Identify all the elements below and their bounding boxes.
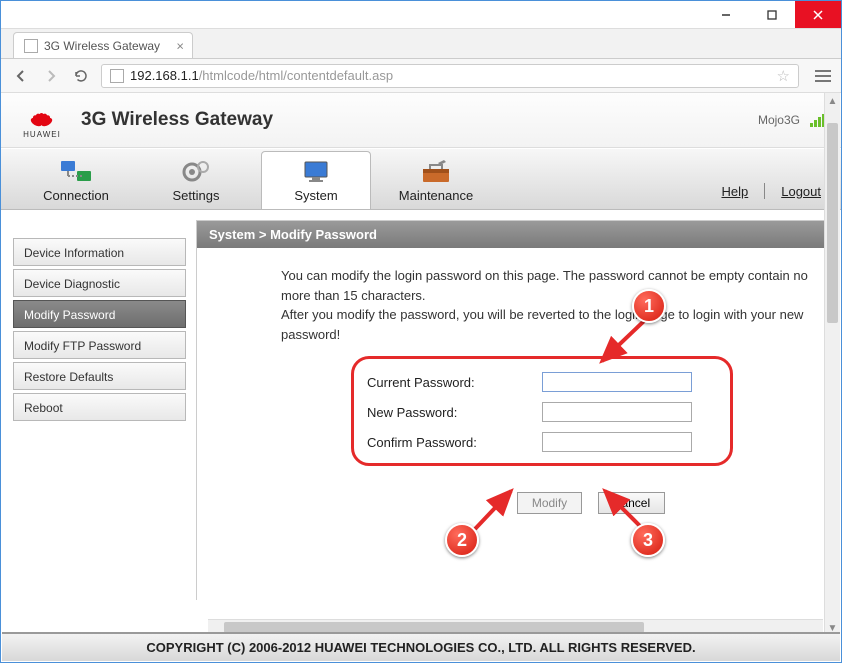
page-header: HUAWEI 3G Wireless Gateway Mojo3G bbox=[1, 93, 841, 148]
window-maximize-button[interactable] bbox=[749, 1, 795, 28]
vertical-scrollbar[interactable]: ▲ ▼ bbox=[824, 93, 840, 636]
connection-icon bbox=[59, 159, 93, 185]
sidebar-item-reboot[interactable]: Reboot bbox=[13, 393, 186, 421]
main-nav: Connection Settings System Maintenance H… bbox=[1, 148, 841, 210]
forward-button[interactable] bbox=[41, 66, 61, 86]
sidebar-item-device-information[interactable]: Device Information bbox=[13, 238, 186, 266]
window-titlebar bbox=[1, 1, 841, 29]
reload-button[interactable] bbox=[71, 66, 91, 86]
network-name: Mojo3G bbox=[758, 113, 800, 127]
nav-settings[interactable]: Settings bbox=[141, 151, 251, 209]
nav-connection[interactable]: Connection bbox=[21, 151, 131, 209]
address-bar[interactable]: 192.168.1.1/htmlcode/html/contentdefault… bbox=[101, 64, 799, 88]
annotation-badge-3: 3 bbox=[631, 523, 665, 557]
sidebar-item-modify-password[interactable]: Modify Password bbox=[13, 300, 186, 328]
bookmark-star-icon[interactable]: ☆ bbox=[777, 67, 790, 85]
nav-maintenance[interactable]: Maintenance bbox=[381, 151, 491, 209]
nav-label: Settings bbox=[173, 188, 220, 203]
annotation-arrow-2 bbox=[467, 481, 527, 536]
page-content: HUAWEI 3G Wireless Gateway Mojo3G Connec… bbox=[1, 93, 841, 600]
nav-system[interactable]: System bbox=[261, 151, 371, 209]
footer: COPYRIGHT (C) 2006-2012 HUAWEI TECHNOLOG… bbox=[2, 632, 840, 661]
huawei-logo: HUAWEI bbox=[17, 101, 67, 139]
site-icon bbox=[110, 69, 124, 83]
back-button[interactable] bbox=[11, 66, 31, 86]
browser-toolbar: 192.168.1.1/htmlcode/html/contentdefault… bbox=[1, 59, 841, 93]
window-close-button[interactable] bbox=[795, 1, 841, 28]
url-path: /htmlcode/html/contentdefault.asp bbox=[199, 68, 393, 83]
brand-text: HUAWEI bbox=[23, 130, 61, 139]
sidebar-item-device-diagnostic[interactable]: Device Diagnostic bbox=[13, 269, 186, 297]
signal-icon bbox=[810, 113, 825, 127]
sidebar-item-restore-defaults[interactable]: Restore Defaults bbox=[13, 362, 186, 390]
gear-icon bbox=[179, 159, 213, 185]
annotation-badge-2: 2 bbox=[445, 523, 479, 557]
nav-label: Connection bbox=[43, 188, 109, 203]
url-host: 192.168.1.1 bbox=[130, 68, 199, 83]
browser-tab[interactable]: 3G Wireless Gateway × bbox=[13, 32, 193, 58]
browser-menu-button[interactable] bbox=[815, 70, 831, 82]
sidebar-item-modify-ftp-password[interactable]: Modify FTP Password bbox=[13, 331, 186, 359]
form-buttons: Modify Cancel bbox=[347, 492, 835, 514]
page-title: 3G Wireless Gateway bbox=[81, 109, 273, 131]
annotation-box-1 bbox=[351, 356, 733, 466]
tab-close-icon[interactable]: × bbox=[176, 38, 184, 53]
help-link[interactable]: Help bbox=[721, 184, 748, 199]
password-form: Current Password: New Password: Confirm … bbox=[367, 368, 767, 456]
breadcrumb: System > Modify Password bbox=[197, 221, 835, 248]
monitor-icon bbox=[299, 159, 333, 185]
nav-label: System bbox=[294, 188, 337, 203]
tab-title: 3G Wireless Gateway bbox=[44, 39, 160, 53]
window-minimize-button[interactable] bbox=[703, 1, 749, 28]
main-panel: System > Modify Password You can modify … bbox=[196, 220, 835, 600]
browser-tabstrip: 3G Wireless Gateway × bbox=[1, 29, 841, 59]
toolbox-icon bbox=[419, 159, 453, 185]
sidebar: Device Information Device Diagnostic Mod… bbox=[1, 220, 196, 600]
content-area: Device Information Device Diagnostic Mod… bbox=[1, 210, 841, 600]
annotation-badge-1: 1 bbox=[632, 289, 666, 323]
separator bbox=[764, 183, 765, 199]
description-text: You can modify the login password on thi… bbox=[197, 248, 835, 358]
logout-link[interactable]: Logout bbox=[781, 184, 821, 199]
page-icon bbox=[24, 39, 38, 53]
nav-label: Maintenance bbox=[399, 188, 473, 203]
